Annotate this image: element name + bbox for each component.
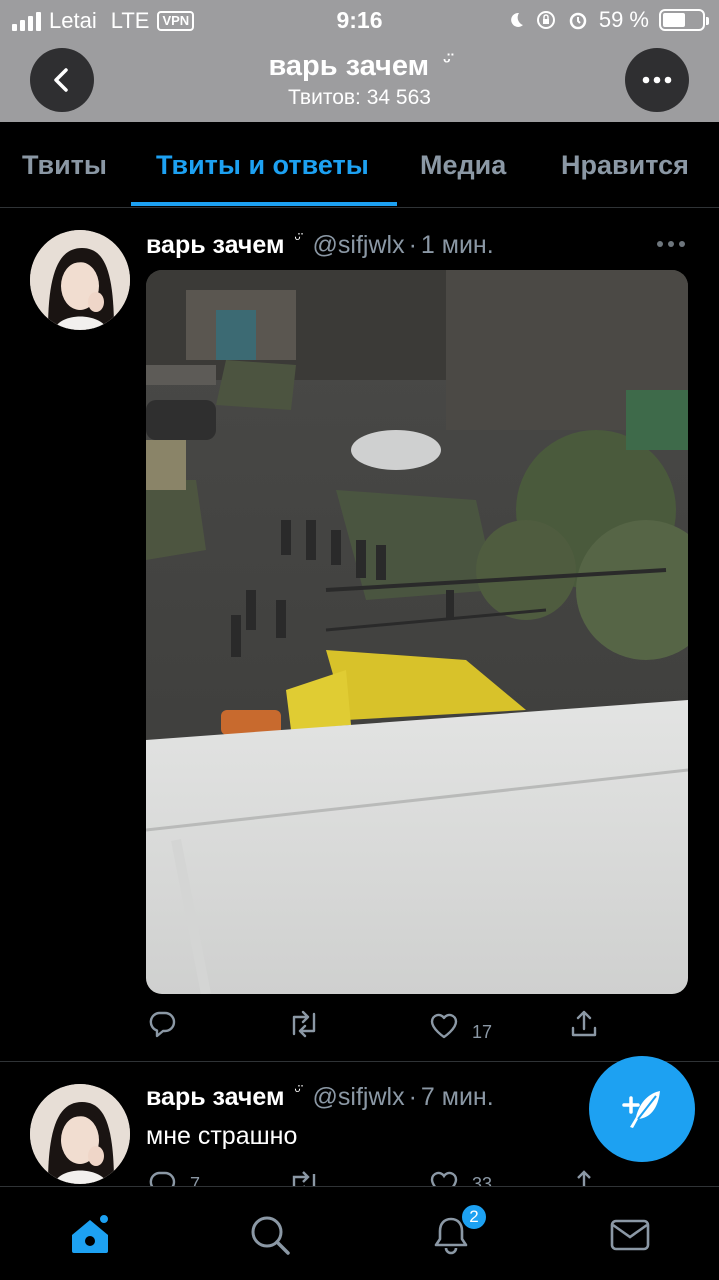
search-icon xyxy=(251,1216,290,1255)
tweet-actions: 17 xyxy=(146,1008,688,1048)
retweet-icon xyxy=(292,1171,316,1186)
author-badge: ᵕ̈ xyxy=(294,230,301,248)
author-handle[interactable]: @sifjwlx xyxy=(313,1083,405,1112)
page-title: варь зачем ᵕ̈ xyxy=(0,50,719,83)
compose-tweet-button[interactable] xyxy=(589,1056,695,1162)
reply-button[interactable] xyxy=(146,1008,178,1040)
bottom-nav xyxy=(0,1186,719,1280)
tweet-photo[interactable] xyxy=(146,270,688,994)
reply-icon xyxy=(149,1011,176,1038)
share-button[interactable] xyxy=(568,1008,600,1040)
compose-feather-icon xyxy=(622,1091,660,1128)
tab-tweets-and-replies[interactable]: Твиты и ответы xyxy=(156,150,369,181)
battery-percent: 59 % xyxy=(598,7,649,32)
search-tab[interactable] xyxy=(248,1213,292,1257)
tweet-menu-icon[interactable] xyxy=(657,241,685,247)
notifications-badge: 2 xyxy=(460,1203,488,1231)
heart-icon xyxy=(430,1013,458,1039)
orientation-lock-icon xyxy=(536,11,555,29)
heart-icon xyxy=(430,1171,458,1186)
share-icon xyxy=(571,1010,597,1037)
tweet-count: Твитов: 34 563 xyxy=(288,86,431,109)
like-count: 17 xyxy=(472,1022,493,1042)
active-tab-indicator xyxy=(131,202,397,206)
tweet-actions: 7 33 xyxy=(146,1168,688,1186)
tweet-header: варь зачем ᵕ̈ @sifjwlx · 7 мин. xyxy=(146,1083,494,1112)
author-badge: ᵕ̈ xyxy=(294,1082,301,1100)
share-icon xyxy=(577,1170,591,1186)
separator: · xyxy=(408,1083,417,1111)
tweet-divider xyxy=(0,1061,719,1062)
tab-likes[interactable]: Нравится xyxy=(561,150,689,181)
like-button[interactable]: 33 xyxy=(428,1168,492,1186)
profile-tabs: Твиты Твиты и ответы Медиа Нравится xyxy=(0,122,719,208)
tweet-header: варь зачем ᵕ̈ @sifjwlx · 1 мин. xyxy=(146,231,494,260)
like-button[interactable]: 17 xyxy=(428,1008,492,1044)
home-icon xyxy=(72,1213,110,1253)
tab-media[interactable]: Медиа xyxy=(420,150,506,181)
reply-count: 7 xyxy=(190,1173,201,1187)
more-icon xyxy=(642,76,672,84)
share-button[interactable] xyxy=(568,1168,600,1186)
retweet-button[interactable] xyxy=(286,1168,322,1186)
avatar[interactable] xyxy=(30,230,130,330)
reply-icon xyxy=(149,1171,176,1186)
profile-header: Letai LTE VPN 9:16 59 % варь зачем ᵕ̈ Тв… xyxy=(0,0,719,122)
tweet-time: 7 мин. xyxy=(420,1083,494,1111)
reply-button[interactable]: 7 xyxy=(146,1168,200,1186)
retweet-button[interactable] xyxy=(286,1008,322,1040)
more-button[interactable] xyxy=(625,48,689,112)
alarm-icon xyxy=(569,12,587,30)
avatar[interactable] xyxy=(30,1084,130,1184)
author-handle[interactable]: @sifjwlx xyxy=(313,231,405,260)
messages-tab[interactable] xyxy=(608,1213,652,1257)
author-name[interactable]: варь зачем xyxy=(146,231,285,260)
moon-icon xyxy=(510,12,523,27)
status-bar: Letai LTE VPN 9:16 59 % xyxy=(0,0,719,40)
tab-tweets[interactable]: Твиты xyxy=(22,150,107,181)
battery-icon xyxy=(659,9,709,31)
separator: · xyxy=(408,231,417,259)
mail-icon xyxy=(610,1219,650,1251)
retweet-icon xyxy=(292,1010,316,1038)
profile-name: варь зачем xyxy=(268,50,430,82)
tweet-time: 1 мин. xyxy=(420,231,494,259)
home-tab[interactable] xyxy=(68,1213,112,1257)
like-count: 33 xyxy=(472,1173,493,1187)
tweet-text: мне страшно xyxy=(146,1122,298,1150)
name-badge: ᵕ̈ xyxy=(443,51,451,71)
author-name[interactable]: варь зачем xyxy=(146,1083,285,1112)
